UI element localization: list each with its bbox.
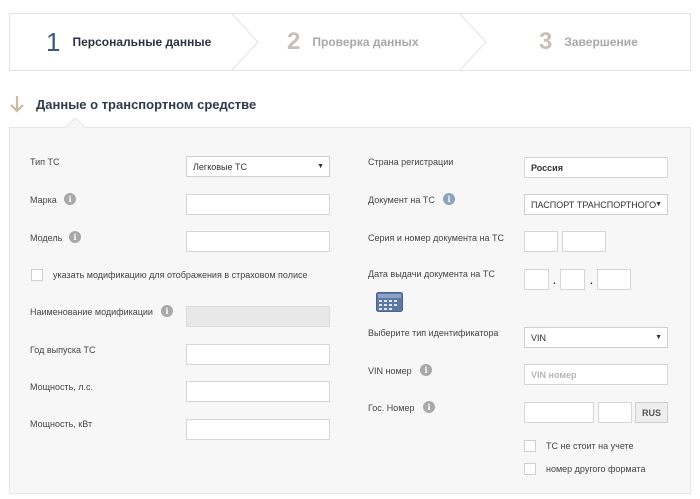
- step-personal-data[interactable]: 1 Персональные данные: [46, 14, 211, 70]
- info-icon[interactable]: i: [161, 305, 173, 317]
- step-number: 1: [46, 27, 61, 57]
- gos-number-input[interactable]: [524, 402, 594, 423]
- vehicle-type-value: Легковые ТС: [193, 161, 247, 172]
- gos-number-label: Гос. Номер: [368, 403, 415, 413]
- step-label: Проверка данных: [312, 35, 419, 49]
- step-data-check[interactable]: 2 Проверка данных: [287, 14, 419, 70]
- country-input[interactable]: Россия: [524, 157, 668, 178]
- chevron-down-icon: ▼: [655, 334, 662, 341]
- country-value: Россия: [531, 162, 563, 173]
- doc-number-input[interactable]: [562, 231, 606, 252]
- info-icon[interactable]: i: [69, 231, 81, 243]
- vehicle-type-label: Тип ТС: [30, 157, 60, 167]
- model-label: Модель: [30, 233, 63, 243]
- modification-checkbox-label: указать модификацию для отображения в ст…: [53, 270, 308, 280]
- id-type-select[interactable]: VIN ▼: [524, 327, 668, 348]
- vin-input[interactable]: VIN номер: [524, 364, 668, 385]
- info-icon[interactable]: i: [64, 193, 76, 205]
- id-type-value: VIN: [531, 332, 547, 343]
- power-hp-input[interactable]: [186, 381, 330, 402]
- date-separator: .: [553, 276, 556, 287]
- year-label: Год выпуска ТС: [30, 345, 96, 355]
- brand-input[interactable]: [186, 194, 330, 215]
- date-separator: .: [590, 276, 593, 287]
- rus-button[interactable]: RUS: [635, 402, 668, 423]
- section-title: Данные о транспортном средстве: [36, 96, 257, 112]
- country-label: Страна регистрации: [368, 157, 454, 167]
- info-icon[interactable]: i: [423, 401, 435, 413]
- model-input[interactable]: [186, 231, 330, 252]
- progress-stepper: 1 Персональные данные 2 Проверка данных …: [9, 13, 691, 71]
- document-select[interactable]: ПАСПОРТ ТРАНСПОРТНОГО ▼: [524, 194, 668, 215]
- step-number: 3: [539, 28, 553, 55]
- document-value: ПАСПОРТ ТРАНСПОРТНОГО: [531, 199, 657, 210]
- vin-placeholder: VIN номер: [531, 369, 577, 380]
- info-icon[interactable]: i: [420, 364, 432, 376]
- arrow-down-icon: [10, 96, 24, 113]
- doc-date-day-input[interactable]: [524, 269, 549, 290]
- modification-name-input: [186, 306, 330, 327]
- brand-label: Марка: [30, 195, 57, 205]
- calendar-icon[interactable]: [376, 292, 403, 312]
- panel-notch: [64, 118, 86, 129]
- vin-label: VIN номер: [368, 366, 412, 376]
- doc-date-year-input[interactable]: [597, 269, 631, 290]
- info-icon[interactable]: i: [443, 193, 455, 205]
- year-input[interactable]: [186, 344, 330, 365]
- step-label: Завершение: [564, 35, 638, 49]
- step-completion[interactable]: 3 Завершение: [539, 14, 638, 70]
- doc-series-input[interactable]: [524, 231, 558, 252]
- modification-name-label: Наименование модификации: [30, 307, 153, 317]
- doc-series-label: Серия и номер документа на ТС: [368, 233, 504, 243]
- step-divider-icon: [231, 14, 259, 70]
- power-hp-label: Мощность, л.с.: [30, 382, 94, 392]
- doc-date-label: Дата выдачи документа на ТС: [368, 269, 495, 279]
- vehicle-type-select[interactable]: Легковые ТС ▼: [186, 156, 330, 177]
- id-type-label: Выберите тип идентификатора: [368, 328, 499, 338]
- document-label: Документ на ТС: [368, 195, 435, 205]
- chevron-down-icon: ▼: [655, 201, 662, 208]
- power-kw-label: Мощность, кВт: [30, 419, 93, 429]
- step-divider-icon: [459, 14, 487, 70]
- step-label: Персональные данные: [72, 35, 212, 49]
- not-registered-label: ТС не стоит на учете: [546, 441, 634, 451]
- step-number: 2: [287, 28, 301, 55]
- gos-region-input[interactable]: [598, 402, 632, 423]
- chevron-down-icon: ▼: [317, 163, 324, 170]
- other-format-label: номер другого формата: [546, 464, 646, 474]
- power-kw-input[interactable]: [186, 419, 330, 440]
- section-header[interactable]: Данные о транспортном средстве: [9, 95, 256, 113]
- other-format-checkbox[interactable]: [524, 463, 536, 475]
- modification-checkbox[interactable]: [31, 269, 43, 281]
- doc-date-month-input[interactable]: [560, 269, 585, 290]
- not-registered-checkbox[interactable]: [524, 440, 536, 452]
